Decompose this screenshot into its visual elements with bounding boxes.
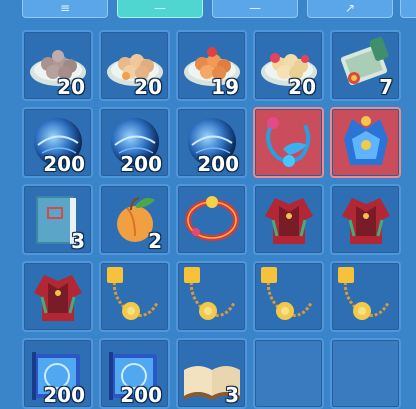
rare-gold-necklace-icon [184, 267, 236, 320]
inventory-slot[interactable]: 200 [99, 338, 170, 409]
item-quantity: 2 [148, 229, 162, 253]
inventory-slot[interactable]: 20 [22, 30, 93, 101]
inventory-slot[interactable]: 7 [330, 30, 401, 101]
inventory-slot[interactable] [330, 107, 401, 178]
crimson-robe-icon [265, 198, 313, 244]
inventory-slot[interactable]: 3 [22, 184, 93, 255]
inventory-slot[interactable]: 19 [176, 30, 247, 101]
inventory-slot[interactable] [176, 184, 247, 255]
inventory-slot[interactable]: 200 [22, 338, 93, 409]
tab-category-4[interactable]: ↗ [307, 0, 393, 18]
inventory-slot[interactable] [330, 184, 401, 255]
crimson-robe-icon [342, 198, 390, 244]
inventory-slot[interactable] [22, 261, 93, 332]
item-quantity: 20 [57, 75, 85, 99]
inventory-slot[interactable]: 200 [99, 107, 170, 178]
tab-category-2[interactable]: — [117, 0, 203, 18]
empty-inventory-slot[interactable] [330, 338, 401, 409]
inventory-slot[interactable] [99, 261, 170, 332]
item-quantity: 7 [379, 75, 393, 99]
item-quantity: 200 [197, 152, 239, 176]
tab-bar: ≡ — — ↗ [0, 0, 416, 22]
inventory-slot[interactable] [253, 107, 324, 178]
tab-category-3[interactable]: — [212, 0, 298, 18]
tab-icon: ↗ [344, 1, 356, 15]
tab-icon: ≡ [59, 1, 71, 15]
red-jade-bracelet-icon [185, 196, 239, 241]
item-quantity: 200 [120, 383, 162, 407]
tab-category-1[interactable]: ≡ [22, 0, 108, 18]
inventory-slot[interactable]: 20 [253, 30, 324, 101]
inventory-slot[interactable]: 2 [99, 184, 170, 255]
crimson-robe-icon [34, 275, 82, 321]
inventory-slot[interactable]: 20 [99, 30, 170, 101]
inventory-slot[interactable]: 200 [22, 107, 93, 178]
azure-phoenix-necklace-icon [266, 117, 311, 167]
inventory-slot[interactable] [253, 261, 324, 332]
tab-icon: — [154, 1, 166, 15]
item-quantity: 20 [134, 75, 162, 99]
inventory-slot[interactable]: 200 [176, 107, 247, 178]
azure-crown-armor-icon [344, 116, 388, 165]
empty-inventory-slot[interactable] [253, 338, 324, 409]
inventory-slot[interactable] [253, 184, 324, 255]
item-quantity: 19 [211, 75, 239, 99]
item-quantity: 3 [225, 383, 239, 407]
inventory-slot[interactable] [330, 261, 401, 332]
inventory-slot[interactable]: 3 [176, 338, 247, 409]
tab-category-5[interactable] [400, 0, 416, 18]
inventory-slot[interactable] [176, 261, 247, 332]
rare-gold-necklace-icon [107, 267, 159, 320]
item-quantity: 200 [43, 383, 85, 407]
item-quantity: 20 [288, 75, 316, 99]
rare-gold-necklace-icon [261, 267, 313, 320]
item-quantity: 200 [43, 152, 85, 176]
item-quantity: 200 [120, 152, 162, 176]
rare-gold-necklace-icon [338, 267, 390, 320]
tab-icon: — [249, 1, 261, 15]
item-quantity: 3 [71, 229, 85, 253]
